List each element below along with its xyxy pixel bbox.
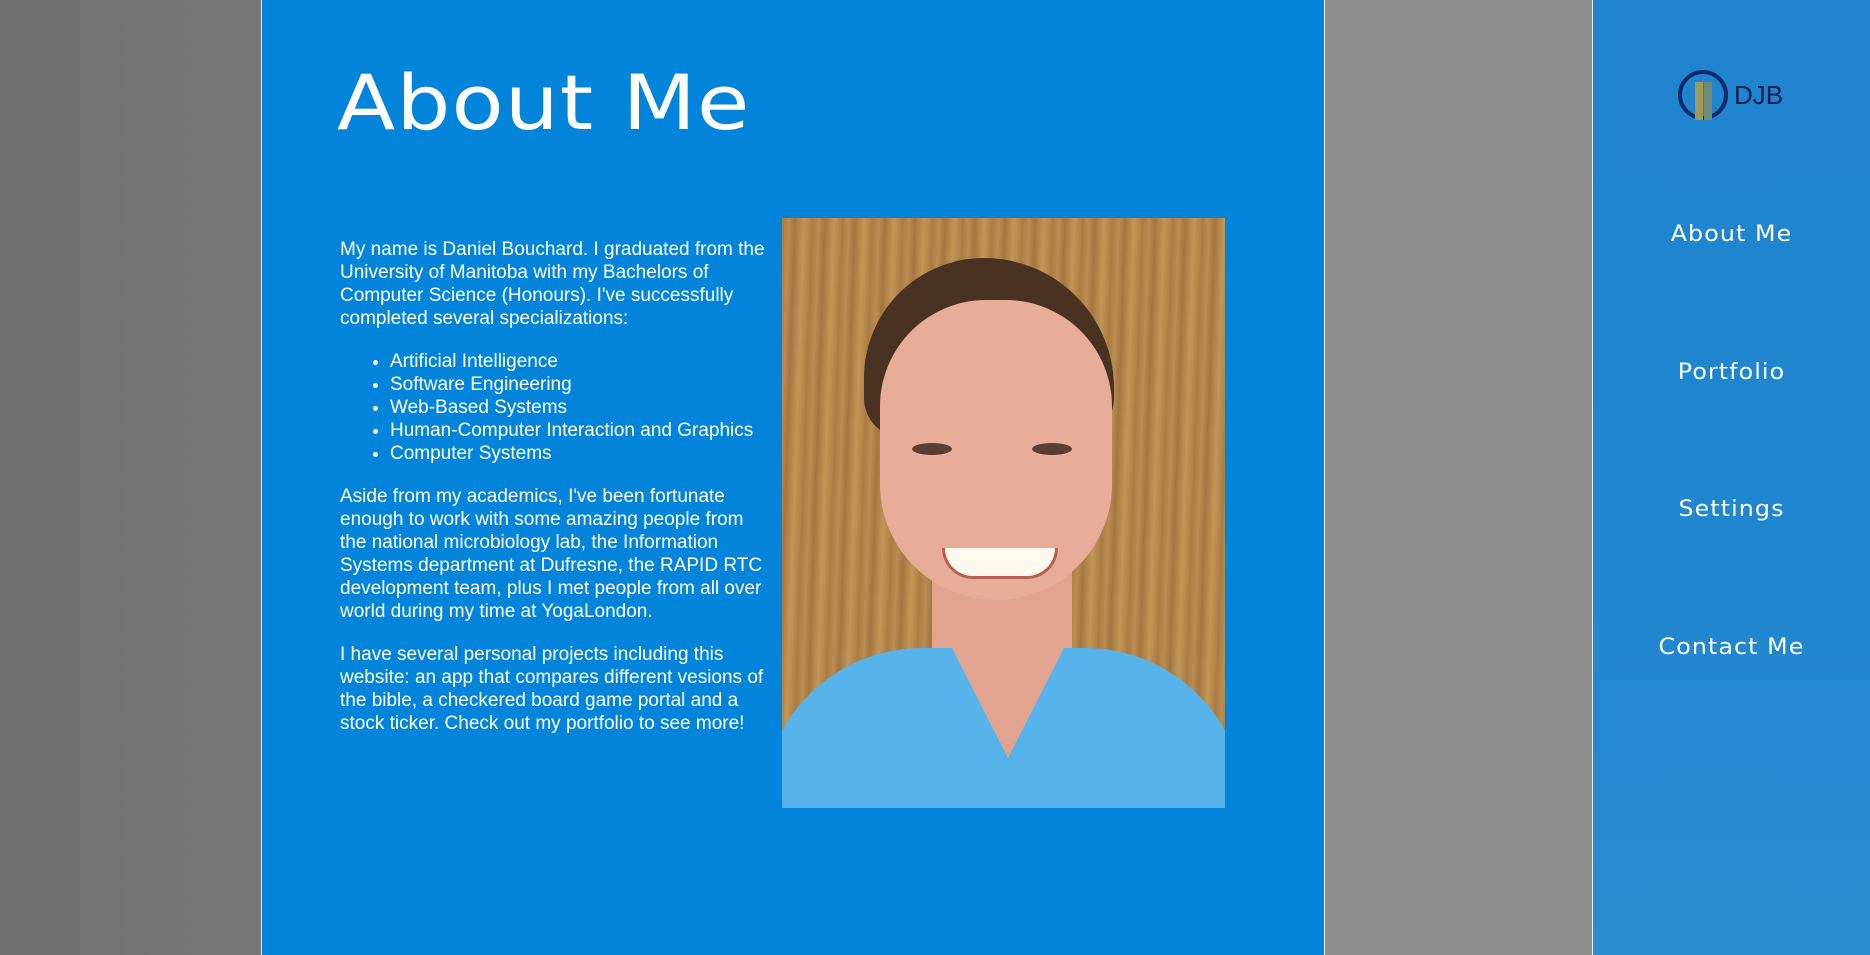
list-item: Artificial Intelligence	[390, 350, 770, 373]
sidebar-item-portfolio[interactable]: Portfolio	[1582, 360, 1870, 385]
list-item: Human-Computer Interaction and Graphics	[390, 419, 770, 442]
main-panel: About Me My name is Daniel Bouchard. I g…	[261, 0, 1325, 955]
bio-work: Aside from my academics, I've been fortu…	[340, 486, 763, 622]
list-item: Web-Based Systems	[390, 396, 770, 419]
logo[interactable]: DJB	[1678, 68, 1783, 122]
bio-intro: My name is Daniel Bouchard. I graduated …	[340, 239, 765, 329]
bio-section: My name is Daniel Bouchard. I graduated …	[340, 238, 770, 755]
profile-photo	[782, 218, 1225, 808]
specializations-list: Artificial Intelligence Software Enginee…	[340, 350, 770, 465]
sidebar-item-settings[interactable]: Settings	[1582, 497, 1870, 522]
photo-shirt-collar	[952, 648, 1064, 758]
list-item: Computer Systems	[390, 442, 770, 465]
logo-text: DJB	[1734, 79, 1784, 110]
photo-eye-left	[912, 443, 952, 455]
bio-projects: I have several personal projects includi…	[340, 644, 764, 734]
list-item: Software Engineering	[390, 373, 770, 396]
photo-eye-right	[1032, 443, 1072, 455]
photo-smile	[942, 548, 1058, 579]
sidebar-nav: DJB About Me Portfolio Settings Contact …	[1592, 0, 1870, 955]
page-title: About Me	[337, 58, 751, 147]
logo-icon	[1678, 70, 1728, 120]
sidebar-item-about-me[interactable]: About Me	[1582, 222, 1870, 247]
sidebar-item-contact-me[interactable]: Contact Me	[1582, 635, 1870, 660]
